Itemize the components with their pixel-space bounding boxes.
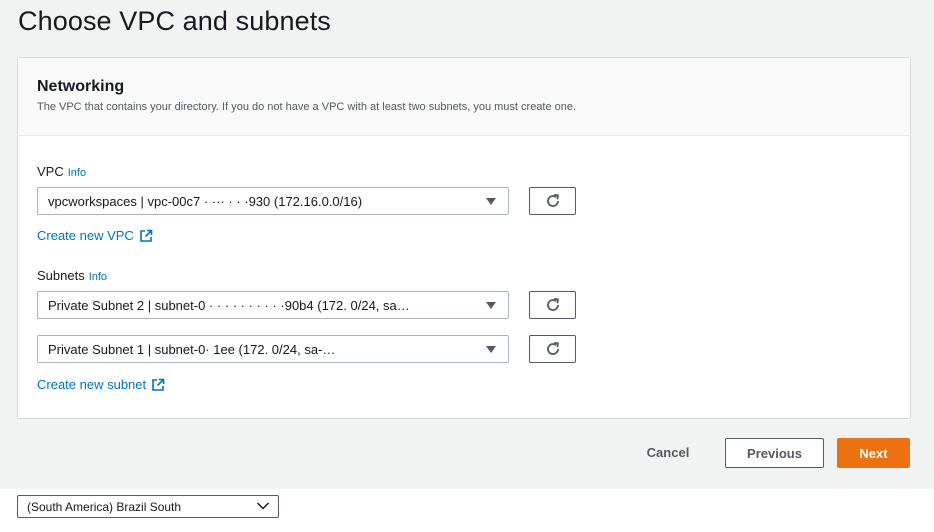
create-subnet-label: Create new subnet bbox=[37, 377, 147, 392]
vpc-refresh-button[interactable] bbox=[529, 187, 576, 215]
page: Choose VPC and subnets Networking The VP… bbox=[0, 0, 934, 532]
caret-down-icon bbox=[486, 302, 496, 309]
subnet-select-1[interactable]: Private Subnet 2 | subnet-0 · · · · · · … bbox=[37, 291, 509, 319]
subnet-2-value: Private Subnet 1 | subnet-0· 1ee (172. 0… bbox=[48, 342, 336, 357]
external-link-icon bbox=[152, 378, 165, 391]
next-button[interactable]: Next bbox=[837, 438, 910, 468]
refresh-icon bbox=[546, 297, 559, 311]
networking-panel: Networking The VPC that contains your di… bbox=[17, 57, 911, 419]
panel-header: Networking The VPC that contains your di… bbox=[18, 58, 910, 136]
subnets-label-text: Subnets bbox=[37, 268, 85, 283]
subnet-2-refresh-button[interactable] bbox=[529, 335, 576, 363]
subnet-1-value: Private Subnet 2 | subnet-0 · · · · · · … bbox=[48, 298, 410, 313]
panel-title: Networking bbox=[37, 78, 125, 95]
external-link-icon bbox=[140, 229, 153, 242]
vpc-label-text: VPC bbox=[37, 164, 64, 179]
vpc-select-value: vpcworkspaces | vpc-00c7 · ··· · · ·930 … bbox=[48, 194, 363, 209]
caret-down-icon bbox=[486, 346, 496, 353]
chevron-down-icon bbox=[256, 502, 270, 510]
refresh-icon bbox=[546, 341, 559, 355]
page-title: Choose VPC and subnets bbox=[18, 6, 331, 36]
refresh-icon bbox=[546, 193, 559, 207]
previous-button[interactable]: Previous bbox=[725, 438, 824, 468]
cancel-button[interactable]: Cancel bbox=[636, 438, 700, 467]
subnet-select-2[interactable]: Private Subnet 1 | subnet-0· 1ee (172. 0… bbox=[37, 335, 509, 363]
create-vpc-label: Create new VPC bbox=[37, 228, 134, 243]
vpc-select[interactable]: vpcworkspaces | vpc-00c7 · ··· · · ·930 … bbox=[37, 187, 509, 215]
subnet-1-refresh-button[interactable] bbox=[529, 291, 576, 319]
subnets-label: Subnets Info bbox=[37, 268, 107, 283]
region-select-value: (South America) Brazil South bbox=[27, 500, 182, 514]
subnets-info-link[interactable]: Info bbox=[89, 271, 107, 283]
create-subnet-link[interactable]: Create new subnet bbox=[37, 377, 165, 392]
caret-down-icon bbox=[486, 198, 496, 205]
panel-description: The VPC that contains your directory. If… bbox=[37, 101, 577, 113]
region-select[interactable]: (South America) Brazil South bbox=[17, 495, 279, 518]
vpc-info-link[interactable]: Info bbox=[68, 167, 86, 179]
vpc-label: VPC Info bbox=[37, 164, 86, 179]
create-vpc-link[interactable]: Create new VPC bbox=[37, 228, 153, 243]
